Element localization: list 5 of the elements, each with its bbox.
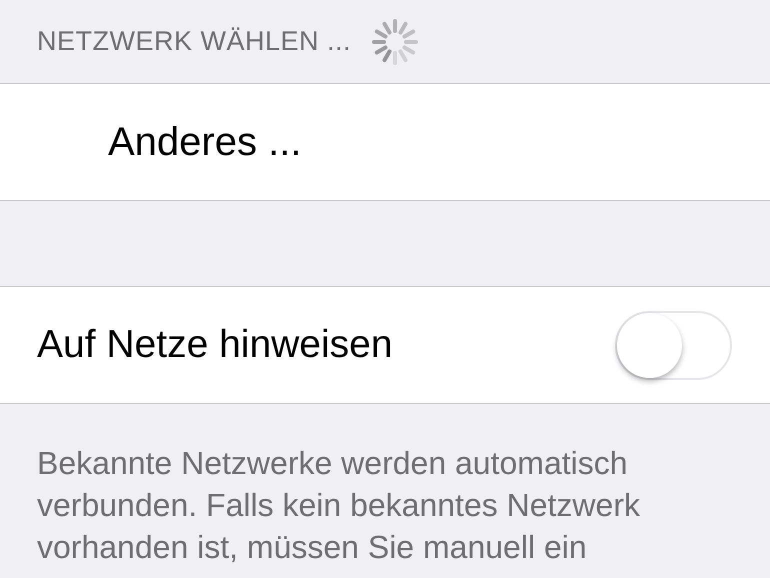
setting-label: Auf Netze hinweisen: [37, 323, 393, 367]
section-title: NETZWERK WÄHLEN ...: [37, 26, 352, 57]
footer-text: Bekannte Netzwerke werden automatisch verbunden. Falls kein bekanntes Netzwerk vorhanden ist, müssen Sie manuell ein: [36, 444, 641, 567]
toggle-switch[interactable]: [615, 310, 732, 380]
network-item[interactable]: Anderes ...: [0, 84, 770, 200]
